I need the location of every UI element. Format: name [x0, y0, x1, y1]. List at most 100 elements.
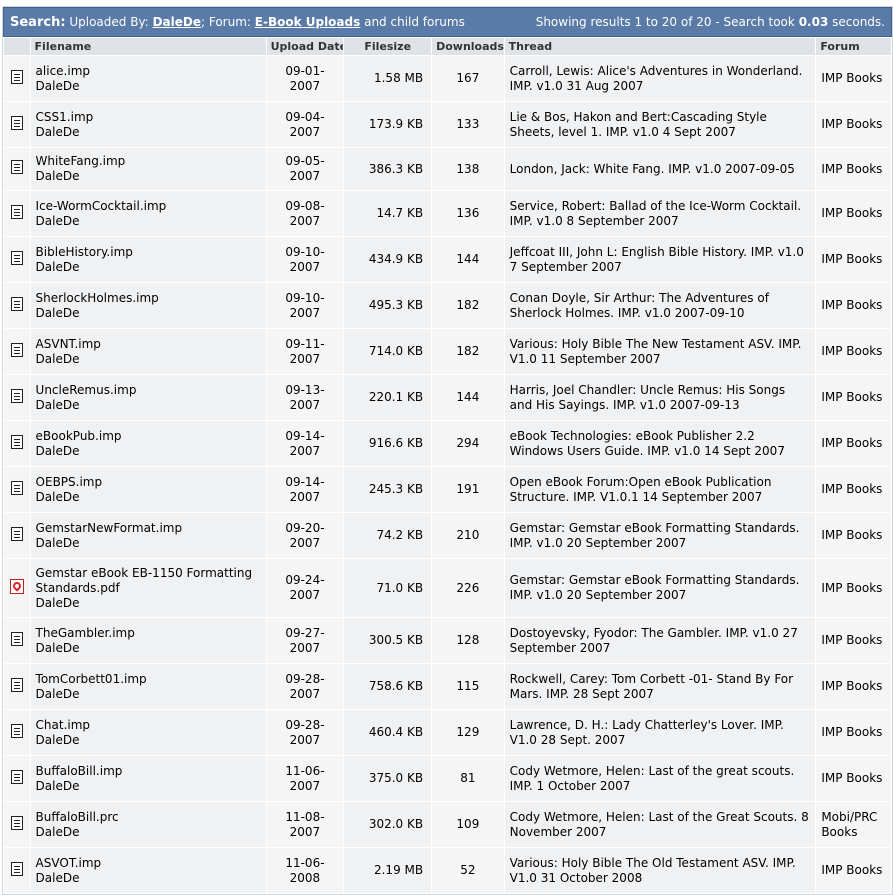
filesize-cell: 245.3 KB: [344, 467, 432, 512]
uploader-name[interactable]: DaleDe: [36, 687, 261, 702]
column-header-downloads[interactable]: Downloads: [432, 38, 504, 55]
forum-name-link[interactable]: IMP Books: [821, 528, 882, 542]
column-header-forum[interactable]: Forum: [816, 38, 891, 55]
thread-link[interactable]: Harris, Joel Chandler: Uncle Remus: His …: [510, 383, 785, 412]
forum-name-link[interactable]: IMP Books: [821, 344, 882, 358]
uploader-name[interactable]: DaleDe: [36, 214, 261, 229]
document-file-icon: [10, 115, 23, 130]
column-header-thread[interactable]: Thread: [504, 38, 816, 55]
filename-link[interactable]: GemstarNewFormat.imp: [36, 521, 261, 536]
uploader-name[interactable]: DaleDe: [36, 398, 261, 413]
thread-link[interactable]: Various: Holy Bible The Old Testament AS…: [510, 856, 796, 885]
thread-link[interactable]: eBook Technologies: eBook Publisher 2.2 …: [510, 429, 785, 458]
forum-name-link[interactable]: IMP Books: [821, 436, 882, 450]
forum-name-link[interactable]: IMP Books: [821, 679, 882, 693]
filename-link[interactable]: TheGambler.imp: [36, 626, 261, 641]
filename-link[interactable]: TomCorbett01.imp: [36, 672, 261, 687]
filename-link[interactable]: UncleRemus.imp: [36, 383, 261, 398]
forum-name-link[interactable]: IMP Books: [821, 863, 882, 877]
uploader-name[interactable]: DaleDe: [36, 490, 261, 505]
uploader-name[interactable]: DaleDe: [36, 352, 261, 367]
forum-name-link[interactable]: Mobi/PRC Books: [821, 810, 877, 839]
uploader-name[interactable]: DaleDe: [36, 260, 261, 275]
thread-link[interactable]: London, Jack: White Fang. IMP. v1.0 2007…: [510, 162, 795, 176]
forum-name-link[interactable]: IMP Books: [821, 298, 882, 312]
uploader-name[interactable]: DaleDe: [36, 444, 261, 459]
forum-name-link[interactable]: IMP Books: [821, 771, 882, 785]
downloads-cell: 191: [432, 467, 504, 512]
results-prefix: Showing results 1 to 20 of 20 - Search t…: [535, 15, 795, 29]
uploader-name[interactable]: DaleDe: [36, 79, 261, 94]
icon-column-header: [4, 38, 30, 55]
filename-link[interactable]: OEBPS.imp: [36, 475, 261, 490]
thread-cell: London, Jack: White Fang. IMP. v1.0 2007…: [504, 148, 816, 190]
filename-cell: ASVNT.imp DaleDe: [30, 329, 266, 374]
filename-link[interactable]: Chat.imp: [36, 718, 261, 733]
table-row: BuffaloBill.imp DaleDe 11-06-2007 375.0 KB 8…: [4, 756, 891, 801]
thread-link[interactable]: Carroll, Lewis: Alice's Adventures in Wo…: [510, 64, 803, 93]
uploader-name[interactable]: DaleDe: [36, 825, 261, 840]
thread-cell: Lawrence, D. H.: Lady Chatterley's Lover…: [504, 710, 816, 755]
thread-link[interactable]: Lawrence, D. H.: Lady Chatterley's Lover…: [510, 718, 784, 747]
filename-link[interactable]: BuffaloBill.imp: [36, 764, 261, 779]
filename-link[interactable]: WhiteFang.imp: [36, 154, 261, 169]
filename-link[interactable]: alice.imp: [36, 64, 261, 79]
filename-link[interactable]: SherlockHolmes.imp: [36, 291, 261, 306]
search-results-panel: Search: Uploaded By: DaleDe; Forum: E-Bo…: [2, 6, 893, 895]
forum-name-link[interactable]: IMP Books: [821, 482, 882, 496]
forum-cell: IMP Books: [816, 467, 891, 512]
thread-link[interactable]: Lie & Bos, Hakon and Bert:Cascading Styl…: [510, 110, 767, 139]
forum-link[interactable]: E-Book Uploads: [255, 15, 361, 29]
uploader-name[interactable]: DaleDe: [36, 641, 261, 656]
filename-cell: WhiteFang.imp DaleDe: [30, 148, 266, 190]
thread-link[interactable]: Service, Robert: Ballad of the Ice-Worm …: [510, 199, 801, 228]
forum-cell: IMP Books: [816, 848, 891, 893]
filename-link[interactable]: BuffaloBill.prc: [36, 810, 261, 825]
uploader-name[interactable]: DaleDe: [36, 125, 261, 140]
filename-link[interactable]: Gemstar eBook EB-1150 Formatting Standar…: [36, 566, 261, 596]
forum-name-link[interactable]: IMP Books: [821, 581, 882, 595]
uploader-name[interactable]: DaleDe: [36, 536, 261, 551]
thread-link[interactable]: Cody Wetmore, Helen: Last of the Great S…: [510, 810, 809, 839]
forum-name-link[interactable]: IMP Books: [821, 117, 882, 131]
filename-link[interactable]: eBookPub.imp: [36, 429, 261, 444]
forum-name-link[interactable]: IMP Books: [821, 162, 882, 176]
filesize-cell: 300.5 KB: [344, 618, 432, 663]
filesize-cell: 1.58 MB: [344, 56, 432, 101]
thread-link[interactable]: Conan Doyle, Sir Arthur: The Adventures …: [510, 291, 769, 320]
thread-link[interactable]: Gemstar: Gemstar eBook Formatting Standa…: [510, 573, 800, 602]
uploader-name[interactable]: DaleDe: [36, 871, 261, 886]
filename-link[interactable]: ASVOT.imp: [36, 856, 261, 871]
thread-link[interactable]: Jeffcoat III, John L: English Bible Hist…: [510, 245, 804, 274]
filename-link[interactable]: BibleHistory.imp: [36, 245, 261, 260]
forum-name-link[interactable]: IMP Books: [821, 725, 882, 739]
filename-link[interactable]: Ice-WormCocktail.imp: [36, 199, 261, 214]
column-header-filesize[interactable]: Filesize: [344, 38, 432, 55]
results-table-body: alice.imp DaleDe 09-01-2007 1.58 MB 167 Carro…: [4, 56, 891, 893]
uploader-link[interactable]: DaleDe: [153, 15, 201, 29]
filesize-cell: 495.3 KB: [344, 283, 432, 328]
uploader-name[interactable]: DaleDe: [36, 733, 261, 748]
filename-link[interactable]: CSS1.imp: [36, 110, 261, 125]
column-header-filename[interactable]: Filename: [30, 38, 266, 55]
column-header-upload-date[interactable]: Upload Date: [266, 38, 344, 55]
thread-link[interactable]: Open eBook Forum:Open eBook Publication …: [510, 475, 772, 504]
thread-link[interactable]: Gemstar: Gemstar eBook Formatting Standa…: [510, 521, 800, 550]
uploader-name[interactable]: DaleDe: [36, 596, 261, 611]
file-icon-cell: [4, 421, 30, 466]
forum-name-link[interactable]: IMP Books: [821, 633, 882, 647]
thread-link[interactable]: Rockwell, Carey: Tom Corbett -01- Stand …: [510, 672, 793, 701]
uploader-name[interactable]: DaleDe: [36, 306, 261, 321]
thread-link[interactable]: Cody Wetmore, Helen: Last of the great s…: [510, 764, 795, 793]
forum-name-link[interactable]: IMP Books: [821, 206, 882, 220]
uploader-name[interactable]: DaleDe: [36, 169, 261, 184]
forum-name-link[interactable]: IMP Books: [821, 71, 882, 85]
uploader-name[interactable]: DaleDe: [36, 779, 261, 794]
thread-link[interactable]: Various: Holy Bible The New Testament AS…: [510, 337, 802, 366]
forum-name-link[interactable]: IMP Books: [821, 390, 882, 404]
forum-suffix: and child forums: [364, 14, 465, 29]
filesize-cell: 14.7 KB: [344, 191, 432, 236]
filename-link[interactable]: ASVNT.imp: [36, 337, 261, 352]
forum-name-link[interactable]: IMP Books: [821, 252, 882, 266]
thread-link[interactable]: Dostoyevsky, Fyodor: The Gambler. IMP. v…: [510, 626, 798, 655]
